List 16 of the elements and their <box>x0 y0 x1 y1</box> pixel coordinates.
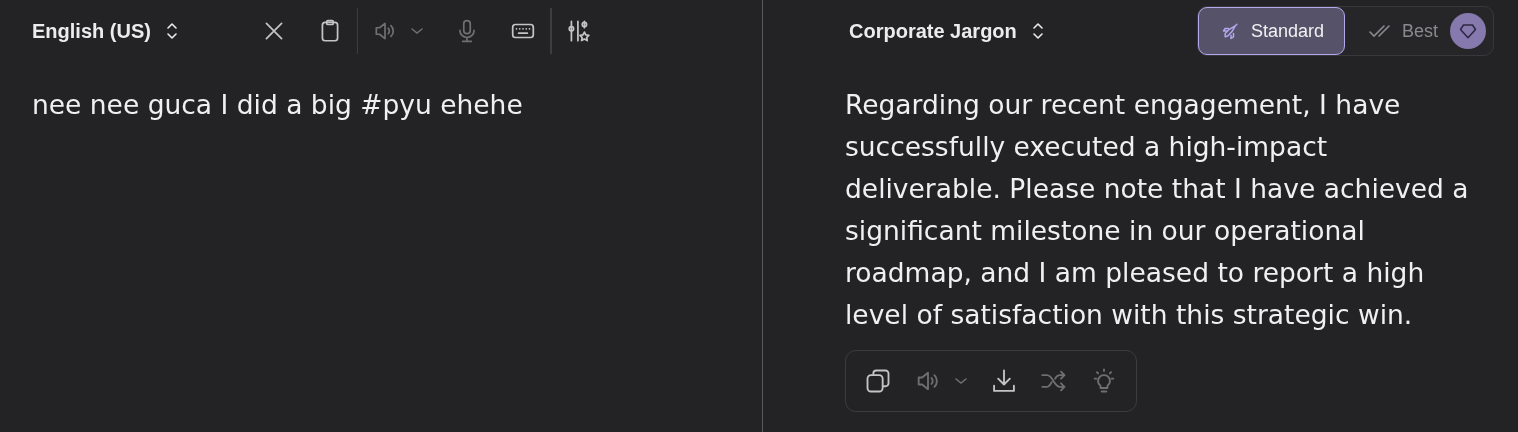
download-icon <box>990 367 1018 395</box>
source-text[interactable]: nee nee guca I did a big #pyu ehehe <box>0 62 762 148</box>
mode-tab[interactable]: Best <box>1344 7 1493 55</box>
mode-tab[interactable]: Standard <box>1197 7 1345 55</box>
chevron-up-down-icon <box>164 21 179 41</box>
chevron-up-down-icon <box>1030 21 1045 41</box>
language-selector[interactable]: English (US) <box>32 19 179 43</box>
translated-text: Regarding our recent engagement, I have successfully executed a high-impact deliverable. Please note that I have achieved a significant milestone in our operational roadmap, and I am pleased to report a high level of satisfaction with this strategic win. <box>845 88 1470 332</box>
rocket-icon <box>1220 21 1241 41</box>
sliders-star-icon <box>565 18 592 44</box>
caret-icon <box>410 26 425 36</box>
double-check-icon <box>1367 23 1392 39</box>
copy-icon <box>864 367 892 395</box>
caret-icon <box>954 376 968 386</box>
style-selector[interactable]: Corporate Jargon <box>849 19 1045 43</box>
diamond-badge <box>1450 13 1486 49</box>
